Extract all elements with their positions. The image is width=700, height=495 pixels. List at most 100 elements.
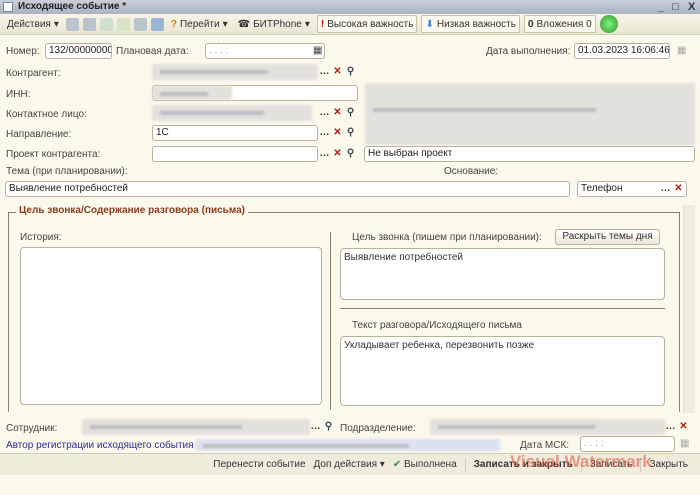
employee-field[interactable] [82, 419, 310, 435]
select-button[interactable]: … [665, 421, 676, 432]
toolbar: Действия ▾ ? Перейти ▾ ☎ БИТPhone ▾ ! Высокая … [0, 14, 700, 35]
direction-field[interactable]: 1С [152, 125, 318, 141]
purpose-textarea[interactable]: Выявление потребностей [340, 248, 665, 300]
select-button[interactable]: … [660, 183, 671, 194]
window-title: Исходящее событие * [18, 1, 127, 12]
bitphone-label: БИТPhone [253, 18, 302, 30]
search-icon[interactable]: ⚲ [345, 148, 356, 159]
direction-buttons: … ✕ ⚲ [319, 127, 356, 138]
select-button[interactable]: … [319, 66, 330, 77]
done-date-label: Дата выполнения: [486, 46, 571, 57]
contact-info-block [365, 83, 695, 145]
high-priority-button[interactable]: ! Высокая важность [316, 15, 418, 33]
msk-date-label: Дата МСК: [520, 440, 570, 451]
project-field[interactable] [152, 146, 318, 162]
copy-icon[interactable] [99, 17, 113, 31]
paste-icon[interactable] [133, 17, 147, 31]
author-link[interactable]: Автор регистрации исходящего события [6, 440, 194, 451]
bitphone-menu[interactable]: ☎ БИТPhone ▾ [235, 15, 313, 33]
expand-topics-button[interactable]: Раскрыть темы дня [555, 229, 660, 245]
group-title: Цель звонка/Содержание разговора (письма… [16, 205, 248, 216]
high-priority-label: Высокая важность [327, 18, 414, 30]
select-button[interactable]: … [310, 421, 321, 432]
help-icon: ? [170, 18, 177, 30]
actions-label: Действия [7, 18, 51, 30]
move-event-button[interactable]: Перенести событие [213, 459, 305, 470]
search-icon[interactable]: ⚲ [323, 421, 334, 432]
exclamation-icon: ! [320, 18, 325, 30]
maximize-button[interactable]: □ [672, 0, 679, 14]
save-icon[interactable] [65, 17, 79, 31]
search-icon[interactable]: ⚲ [345, 107, 356, 118]
department-label: Подразделение: [340, 423, 416, 434]
employee-label: Сотрудник: [6, 423, 58, 434]
goto-menu[interactable]: ? Перейти ▾ [168, 15, 231, 33]
done-label: Выполнена [404, 459, 457, 470]
more-actions-menu[interactable]: Доп действия ▾ [314, 459, 385, 470]
clear-button[interactable]: ✕ [678, 421, 689, 432]
project-note: Не выбран проект [364, 146, 695, 162]
purpose-label: Цель звонка (пишем при планировании): [352, 232, 542, 243]
attachments-label: Вложения 0 [536, 18, 592, 30]
topic-label: Тема (при планировании): [6, 166, 128, 177]
more-actions-label: Доп действия [313, 459, 378, 470]
attachments-button[interactable]: 𝟎 Вложения 0 [523, 15, 596, 33]
close-button[interactable]: X [688, 0, 695, 14]
done-date-field[interactable]: 01.03.2023 16:06:46 [574, 43, 670, 59]
scrollbar[interactable] [683, 205, 695, 413]
clear-button[interactable]: ✕ [332, 66, 343, 77]
clear-button[interactable]: ✕ [332, 148, 343, 159]
text-textarea[interactable]: Укладывает ребенка, перезвонить позже [340, 336, 665, 406]
msk-date-field[interactable]: . . : : [580, 436, 675, 452]
department-field[interactable] [430, 419, 665, 435]
number-field[interactable]: 132/00000000 [45, 43, 112, 59]
separator [340, 308, 665, 309]
form-icon[interactable] [82, 17, 96, 31]
inn-label: ИНН: [6, 89, 31, 100]
contractor-buttons: … ✕ ⚲ [319, 66, 356, 77]
document-icon [3, 2, 13, 12]
contact-field[interactable] [152, 105, 312, 121]
title-bar: Исходящее событие * _ □ X [0, 0, 700, 14]
contact-label: Контактное лицо: [6, 109, 87, 120]
goto-label: Перейти [179, 18, 220, 30]
call-icon[interactable] [599, 15, 618, 33]
text-label: Текст разговора/Исходящего письма [352, 320, 522, 331]
employee-buttons: … ⚲ [310, 421, 334, 432]
clear-button[interactable]: ✕ [332, 107, 343, 118]
arrow-down-icon: ⬇ [425, 18, 434, 30]
contractor-label: Контрагент: [6, 68, 61, 79]
actions-menu[interactable]: Действия ▾ [4, 15, 62, 33]
clear-button[interactable]: ✕ [673, 183, 684, 194]
history-label: История: [20, 232, 62, 243]
department-buttons: … ✕ [665, 421, 689, 432]
select-button[interactable]: … [319, 107, 330, 118]
checklist-icon: ✔ [392, 459, 402, 470]
contractor-field[interactable] [152, 64, 318, 80]
basis-label: Основание: [444, 166, 499, 177]
calendar-icon[interactable]: ▦ [680, 438, 689, 449]
watermark: Visual Watermark [510, 452, 652, 471]
go-icon[interactable] [150, 17, 164, 31]
contact-buttons: … ✕ ⚲ [319, 107, 356, 118]
clear-button[interactable]: ✕ [332, 127, 343, 138]
calendar-icon[interactable]: ▦ [313, 45, 322, 56]
minimize-button[interactable]: _ [658, 0, 664, 14]
select-button[interactable]: … [319, 127, 330, 138]
done-button[interactable]: ✔ Выполнена [393, 459, 457, 470]
direction-label: Направление: [6, 129, 72, 140]
history-textarea[interactable] [20, 247, 322, 405]
topic-field[interactable]: Выявление потребностей [5, 181, 570, 197]
close-form-button[interactable]: Закрыть [649, 459, 688, 470]
separator [464, 457, 466, 472]
select-button[interactable]: … [319, 148, 330, 159]
inn-value [152, 86, 232, 100]
search-icon[interactable]: ⚲ [345, 127, 356, 138]
author-info [195, 439, 500, 451]
low-priority-button[interactable]: ⬇ Низкая важность [421, 15, 520, 33]
low-priority-label: Низкая важность [436, 18, 516, 30]
search-icon[interactable]: ⚲ [345, 66, 356, 77]
calendar-icon[interactable]: ▦ [677, 45, 686, 56]
clipboard-icon[interactable] [116, 17, 130, 31]
plan-date-field[interactable]: . . : : [205, 43, 325, 59]
